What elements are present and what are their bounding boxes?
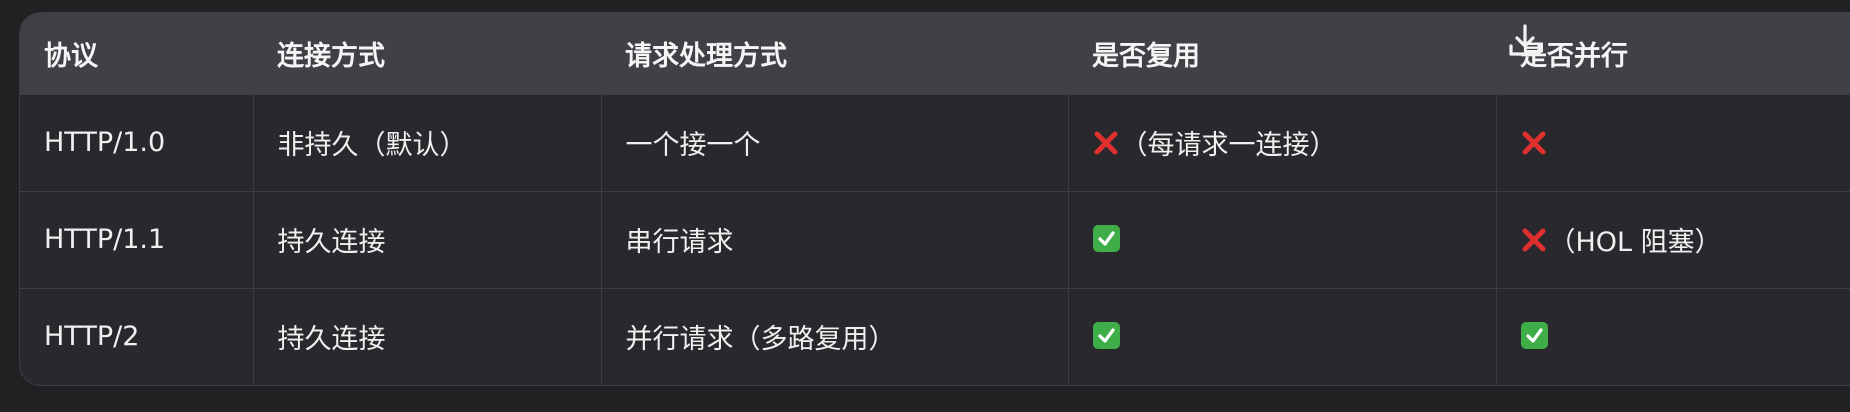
table-header-row: 协议 连接方式 请求处理方式 是否复用 是否并行 <box>20 13 1850 94</box>
check-mark-icon <box>1520 321 1548 349</box>
cell-connection: 持久连接 <box>252 287 601 385</box>
header-connection: 连接方式 <box>277 40 385 72</box>
download-icon <box>1509 24 1541 56</box>
header-reuse: 是否复用 <box>1092 40 1200 72</box>
cross-mark-icon <box>1093 130 1119 156</box>
check-mark-icon <box>1092 224 1120 252</box>
cell-reuse-note: （每请求一连接） <box>1120 130 1337 161</box>
cell-protocol: HTTP/1.0 <box>20 93 253 191</box>
cell-parallel <box>1495 93 1850 191</box>
cell-reuse <box>1067 287 1496 385</box>
cell-parallel <box>1495 287 1850 385</box>
http-comparison-table: 协议 连接方式 请求处理方式 是否复用 是否并行 HTTP/1.0 非持久（默认… <box>20 13 1850 385</box>
cell-parallel: （HOL 阻塞） <box>1495 190 1850 288</box>
header-parallel: 是否并行 <box>1520 40 1628 72</box>
download-button[interactable] <box>1506 22 1544 60</box>
cross-mark-icon <box>1521 130 1547 156</box>
cell-reuse <box>1067 190 1496 288</box>
table-row: HTTP/2 持久连接 并行请求（多路复用） <box>20 287 1850 385</box>
table-row: HTTP/1.0 非持久（默认） 一个接一个 （每请求一连接） <box>20 93 1850 191</box>
comparison-table-container: 协议 连接方式 请求处理方式 是否复用 是否并行 HTTP/1.0 非持久（默认… <box>19 12 1850 386</box>
table-row: HTTP/1.1 持久连接 串行请求 （HOL 阻塞） <box>20 190 1850 288</box>
header-protocol: 协议 <box>44 40 98 72</box>
header-handling: 请求处理方式 <box>625 40 787 72</box>
cell-parallel-note: （HOL 阻塞） <box>1548 227 1722 258</box>
check-mark-icon <box>1092 321 1120 349</box>
cell-protocol: HTTP/1.1 <box>20 190 253 288</box>
cell-handling: 并行请求（多路复用） <box>600 287 1068 385</box>
cell-protocol: HTTP/2 <box>20 287 253 385</box>
cell-connection: 非持久（默认） <box>252 93 601 191</box>
cell-handling: 一个接一个 <box>600 93 1068 191</box>
cross-mark-icon <box>1521 227 1547 253</box>
cell-connection: 持久连接 <box>252 190 601 288</box>
cell-reuse: （每请求一连接） <box>1067 93 1496 191</box>
cell-handling: 串行请求 <box>600 190 1068 288</box>
